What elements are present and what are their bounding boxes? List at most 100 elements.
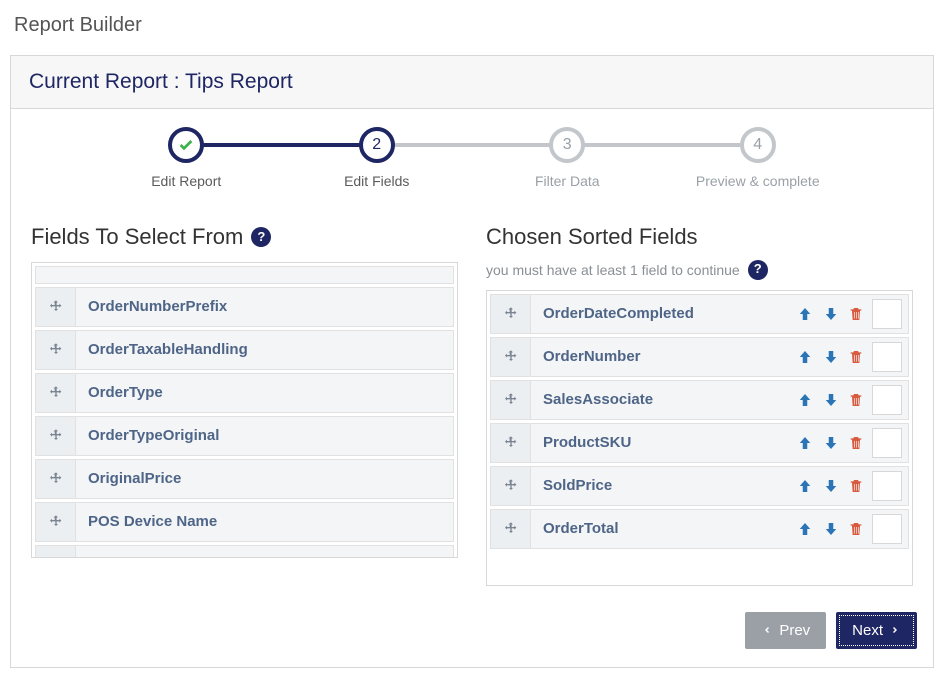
list-item[interactable]: OrderTaxableHandling bbox=[35, 330, 454, 370]
list-item[interactable]: POS Location Name bbox=[35, 545, 454, 558]
chosen-fields-title-text: Chosen Sorted Fields bbox=[486, 223, 698, 252]
check-icon bbox=[168, 127, 204, 163]
help-icon[interactable]: ? bbox=[748, 260, 768, 280]
available-fields-list[interactable]: OrderNumberPrefix OrderTaxableHandling Ord… bbox=[31, 262, 458, 558]
step-connector bbox=[377, 143, 568, 147]
step-edit-fields[interactable]: 2 Edit Fields bbox=[282, 127, 473, 189]
move-up-button[interactable] bbox=[794, 389, 816, 411]
chosen-fields-subtext: you must have at least 1 field to contin… bbox=[486, 261, 740, 279]
move-up-button[interactable] bbox=[794, 303, 816, 325]
move-up-button[interactable] bbox=[794, 475, 816, 497]
field-label: OrderType bbox=[76, 374, 453, 412]
drag-handle-icon[interactable] bbox=[36, 417, 76, 455]
step-preview-complete[interactable]: 4 Preview & complete bbox=[663, 127, 854, 189]
list-item bbox=[35, 266, 454, 284]
move-down-button[interactable] bbox=[820, 346, 842, 368]
field-label: SalesAssociate bbox=[531, 381, 794, 419]
field-label: OrderTotal bbox=[531, 510, 794, 548]
sort-order-input[interactable] bbox=[872, 385, 902, 415]
move-up-button[interactable] bbox=[794, 432, 816, 454]
drag-handle-icon[interactable] bbox=[36, 503, 76, 541]
field-actions bbox=[794, 424, 908, 462]
drag-handle-icon[interactable] bbox=[36, 374, 76, 412]
drag-handle-icon[interactable] bbox=[491, 295, 531, 333]
step-filter-data[interactable]: 3 Filter Data bbox=[472, 127, 663, 189]
drag-handle-icon[interactable] bbox=[36, 331, 76, 369]
available-fields-title: Fields To Select From ? bbox=[31, 223, 458, 252]
field-label: ProductSKU bbox=[531, 424, 794, 462]
arrow-left-icon bbox=[761, 624, 773, 636]
step-number: 4 bbox=[740, 127, 776, 163]
drag-handle-icon[interactable] bbox=[491, 467, 531, 505]
sort-order-input[interactable] bbox=[872, 471, 902, 501]
delete-button[interactable] bbox=[846, 475, 866, 497]
field-actions bbox=[794, 338, 908, 376]
next-button[interactable]: Next bbox=[836, 612, 917, 649]
field-label: POS Location Name bbox=[76, 546, 453, 558]
drag-handle-icon[interactable] bbox=[36, 546, 76, 558]
list-item[interactable]: OrderNumberPrefix bbox=[35, 287, 454, 327]
panel-body: Edit Report 2 Edit Fields 3 Filter Data … bbox=[11, 109, 933, 667]
drag-handle-icon[interactable] bbox=[36, 288, 76, 326]
list-item[interactable]: OrderTotal bbox=[490, 509, 909, 549]
field-label: OrderNumber bbox=[531, 338, 794, 376]
sort-order-input[interactable] bbox=[872, 428, 902, 458]
field-label: OriginalPrice bbox=[76, 460, 453, 498]
field-columns: Fields To Select From ? OrderNumberPrefi… bbox=[11, 195, 933, 596]
step-number: 2 bbox=[359, 127, 395, 163]
drag-handle-icon[interactable] bbox=[491, 424, 531, 462]
field-label: OrderNumberPrefix bbox=[76, 288, 453, 326]
wizard-footer: Prev Next bbox=[11, 596, 933, 667]
drag-handle-icon[interactable] bbox=[36, 460, 76, 498]
chosen-fields-title: Chosen Sorted Fields you must have at le… bbox=[486, 223, 913, 280]
field-label: POS Device Name bbox=[76, 503, 453, 541]
list-item[interactable]: OrderNumber bbox=[490, 337, 909, 377]
move-up-button[interactable] bbox=[794, 346, 816, 368]
list-item[interactable]: SalesAssociate bbox=[490, 380, 909, 420]
drag-handle-icon[interactable] bbox=[491, 338, 531, 376]
list-item[interactable]: OriginalPrice bbox=[35, 459, 454, 499]
step-wizard: Edit Report 2 Edit Fields 3 Filter Data … bbox=[11, 109, 933, 195]
help-icon[interactable]: ? bbox=[251, 227, 271, 247]
sort-order-input[interactable] bbox=[872, 342, 902, 372]
chosen-fields-list[interactable]: OrderDateCompleted OrderNumber SalesAssoci… bbox=[486, 290, 913, 586]
move-down-button[interactable] bbox=[820, 432, 842, 454]
step-edit-report[interactable]: Edit Report bbox=[91, 127, 282, 189]
panel-title: Current Report : Tips Report bbox=[11, 56, 933, 109]
move-down-button[interactable] bbox=[820, 475, 842, 497]
prev-button[interactable]: Prev bbox=[745, 612, 826, 649]
page-title: Report Builder bbox=[0, 0, 944, 55]
list-item[interactable]: OrderType bbox=[35, 373, 454, 413]
step-label: Edit Report bbox=[151, 173, 221, 189]
delete-button[interactable] bbox=[846, 346, 866, 368]
delete-button[interactable] bbox=[846, 432, 866, 454]
list-item[interactable]: SoldPrice bbox=[490, 466, 909, 506]
delete-button[interactable] bbox=[846, 389, 866, 411]
delete-button[interactable] bbox=[846, 303, 866, 325]
field-actions bbox=[794, 381, 908, 419]
drag-handle-icon[interactable] bbox=[491, 510, 531, 548]
sort-order-input[interactable] bbox=[872, 514, 902, 544]
field-label: SoldPrice bbox=[531, 467, 794, 505]
step-label: Preview & complete bbox=[696, 173, 820, 189]
list-item[interactable]: ProductSKU bbox=[490, 423, 909, 463]
drag-handle-icon[interactable] bbox=[491, 381, 531, 419]
step-label: Filter Data bbox=[535, 173, 600, 189]
list-item[interactable]: OrderTypeOriginal bbox=[35, 416, 454, 456]
delete-button[interactable] bbox=[846, 518, 866, 540]
field-actions bbox=[794, 467, 908, 505]
move-down-button[interactable] bbox=[820, 389, 842, 411]
move-down-button[interactable] bbox=[820, 303, 842, 325]
available-fields-column: Fields To Select From ? OrderNumberPrefi… bbox=[31, 223, 458, 586]
move-down-button[interactable] bbox=[820, 518, 842, 540]
step-connector bbox=[567, 143, 758, 147]
available-fields-title-text: Fields To Select From bbox=[31, 223, 243, 252]
move-up-button[interactable] bbox=[794, 518, 816, 540]
field-label: OrderTaxableHandling bbox=[76, 331, 453, 369]
list-item[interactable]: POS Device Name bbox=[35, 502, 454, 542]
list-item[interactable]: OrderDateCompleted bbox=[490, 294, 909, 334]
report-panel: Current Report : Tips Report Edit Report… bbox=[10, 55, 934, 668]
sort-order-input[interactable] bbox=[872, 299, 902, 329]
arrow-right-icon bbox=[889, 624, 901, 636]
step-connector bbox=[186, 143, 377, 147]
